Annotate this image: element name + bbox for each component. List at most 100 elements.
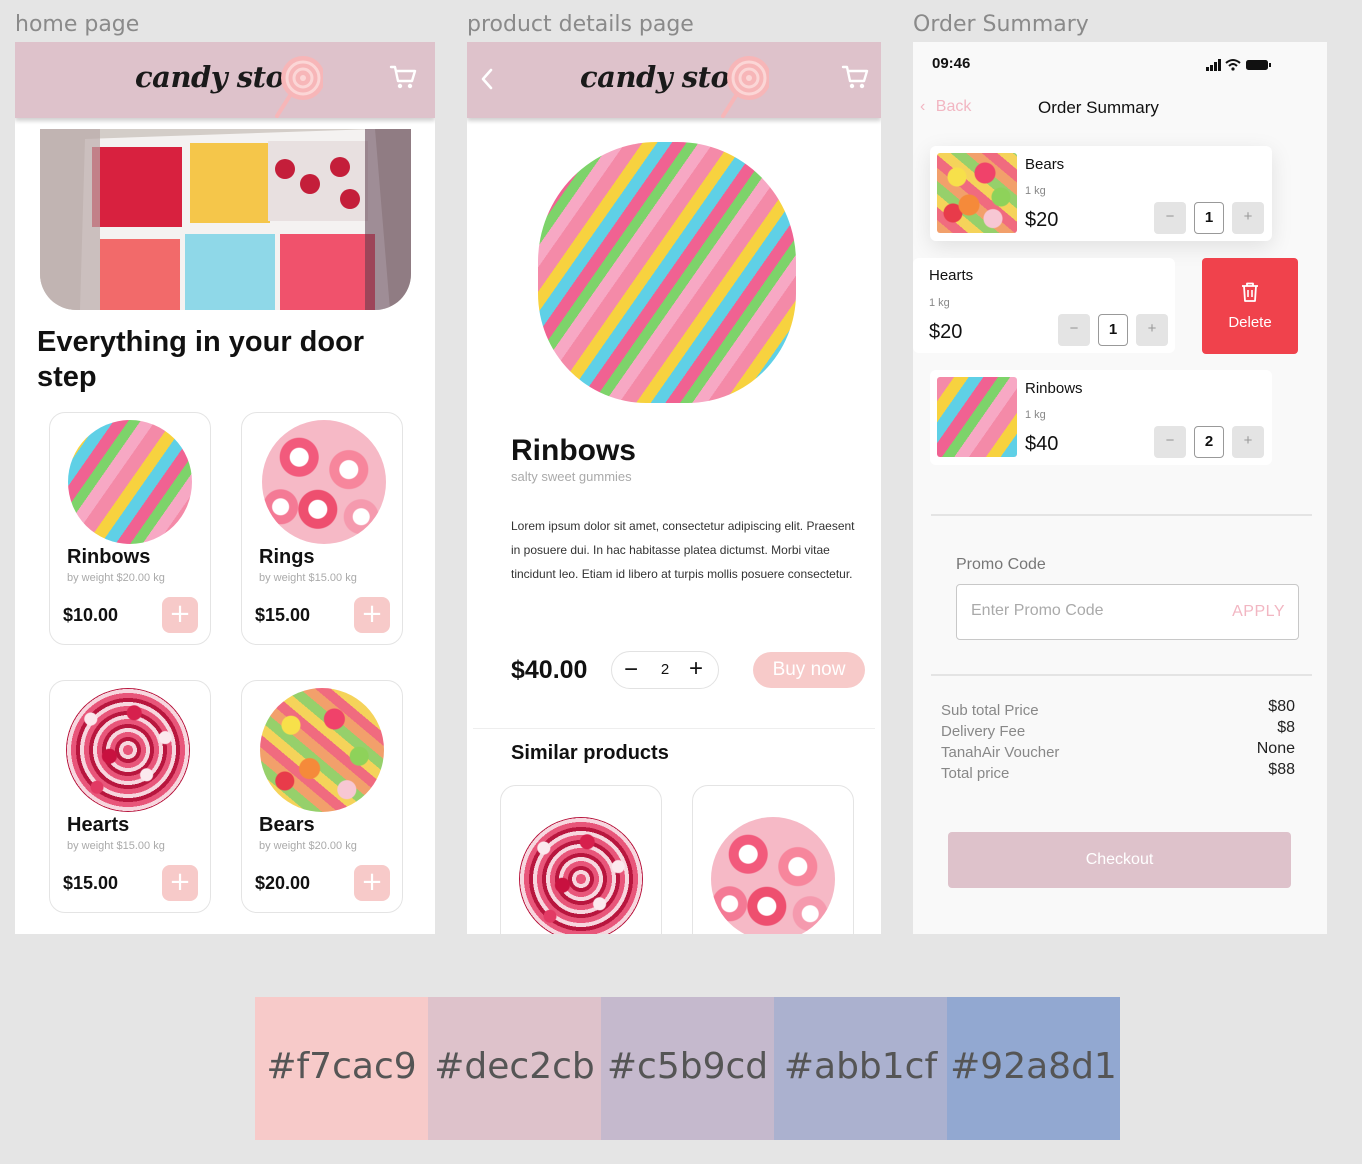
product-price: $15.00: [255, 605, 311, 625]
buy-now-button[interactable]: Buy now: [753, 652, 865, 688]
order-item-name: Rinbows: [1025, 380, 1083, 397]
add-to-cart-button[interactable]: +: [354, 865, 390, 901]
product-price: $20.00: [255, 873, 311, 893]
product-detail-image: [538, 142, 796, 403]
add-to-cart-button[interactable]: +: [162, 865, 198, 901]
delete-button[interactable]: Delete: [1202, 258, 1298, 354]
subtotal-label: Sub total Price: [941, 702, 1039, 719]
product-image: [519, 817, 643, 934]
order-item-weight: 1 kg: [929, 297, 950, 309]
hero-image: [40, 129, 411, 310]
summary-page-label: Order Summary: [913, 12, 1089, 37]
product-card[interactable]: Rinbows by weight $20.00 kg $10.00 +: [49, 412, 211, 645]
decrease-quantity-button[interactable]: −: [1154, 426, 1186, 458]
order-item-weight: 1 kg: [1025, 409, 1046, 421]
product-name: Rinbows: [67, 546, 151, 568]
similar-product-card[interactable]: [692, 785, 854, 934]
increase-quantity-button[interactable]: +: [689, 657, 703, 681]
product-price: $40.00: [511, 656, 588, 684]
back-button[interactable]: ‹ Back: [920, 98, 971, 116]
cart-icon[interactable]: [389, 64, 417, 90]
add-to-cart-button[interactable]: +: [354, 597, 390, 633]
status-time: 09:46: [932, 55, 971, 72]
color-swatch: #c5b9cd: [601, 997, 774, 1140]
product-name: Bears: [259, 814, 315, 836]
details-page-label: product details page: [467, 12, 694, 37]
increase-quantity-button[interactable]: +: [1136, 314, 1168, 346]
subtotal-value: $80: [1268, 698, 1295, 715]
details-header: candy store: [467, 42, 881, 118]
product-name: Rings: [259, 546, 315, 568]
decrease-quantity-button[interactable]: −: [1058, 314, 1090, 346]
order-item-name: Bears: [1025, 156, 1065, 173]
home-headline: Everything in your door step: [37, 326, 365, 393]
apply-promo-button[interactable]: APPLY: [1232, 603, 1285, 621]
decrease-quantity-button[interactable]: −: [624, 658, 640, 682]
color-swatch: #dec2cb: [428, 997, 601, 1140]
totals-labels: Sub total Price Delivery Fee TanahAir Vo…: [941, 700, 1059, 784]
quantity-value: 2: [660, 661, 670, 678]
back-chevron-icon[interactable]: [477, 66, 497, 92]
quantity-value: 1: [1098, 314, 1128, 346]
increase-quantity-button[interactable]: +: [1232, 426, 1264, 458]
lollipop-icon: [275, 56, 323, 118]
divider: [473, 728, 875, 729]
product-price: $10.00: [63, 605, 119, 625]
quantity-value: 1: [1194, 202, 1224, 234]
delivery-fee-value: $8: [1277, 719, 1295, 736]
voucher-label: TanahAir Voucher: [941, 744, 1060, 761]
summary-screen: 09:46 ‹ Back Order Summary Bears 1 kg $2…: [913, 42, 1327, 934]
similar-product-card[interactable]: [500, 785, 662, 934]
product-image: [66, 688, 190, 812]
product-subtitle: salty sweet gummies: [511, 469, 632, 484]
promo-code-label: Promo Code: [956, 556, 1046, 573]
divider: [931, 674, 1312, 676]
add-to-cart-button[interactable]: +: [162, 597, 198, 633]
delivery-fee-label: Delivery Fee: [941, 723, 1026, 740]
product-image: [262, 420, 386, 544]
product-image: [68, 420, 192, 544]
swatch-label: #abb1cf: [783, 1046, 938, 1087]
product-card[interactable]: Bears by weight $20.00 kg $20.00 +: [241, 680, 403, 913]
product-card[interactable]: Hearts by weight $15.00 kg $15.00 +: [49, 680, 211, 913]
promo-code-box: APPLY: [956, 584, 1299, 640]
page-title: Order Summary: [1038, 98, 1159, 117]
quantity-stepper: − 2 +: [611, 651, 719, 689]
product-weight: by weight $20.00 kg: [259, 840, 357, 852]
decrease-quantity-button[interactable]: −: [1154, 202, 1186, 234]
order-item-image: [937, 377, 1017, 457]
color-swatch: #abb1cf: [774, 997, 947, 1140]
product-image: [260, 688, 384, 812]
increase-quantity-button[interactable]: +: [1232, 202, 1264, 234]
order-item-weight: 1 kg: [1025, 185, 1046, 197]
product-image: [711, 817, 835, 934]
order-item[interactable]: Hearts 1 kg $20 − 1 +: [913, 258, 1175, 353]
promo-code-input[interactable]: [971, 602, 1211, 620]
delete-label: Delete: [1228, 314, 1272, 331]
quantity-value: 2: [1194, 426, 1224, 458]
voucher-value: None: [1256, 740, 1295, 757]
product-description: Lorem ipsum dolor sit amet, consectetur …: [511, 519, 855, 581]
product-card[interactable]: Rings by weight $15.00 kg $15.00 +: [241, 412, 403, 645]
swatch-label: #92a8d1: [950, 1046, 1117, 1087]
product-weight: by weight $20.00 kg: [67, 572, 165, 584]
totals-values: $80 $8 None $88: [1257, 696, 1295, 780]
total-price-value: $88: [1268, 761, 1295, 778]
product-weight: by weight $15.00 kg: [67, 840, 165, 852]
status-icons: [1206, 59, 1271, 71]
swatch-label: #dec2cb: [434, 1046, 595, 1087]
product-name: Hearts: [67, 814, 130, 836]
divider: [931, 514, 1312, 516]
swatch-label: #c5b9cd: [606, 1046, 769, 1087]
product-title: Rinbows: [511, 434, 636, 467]
color-swatch: #f7cac9: [255, 997, 428, 1140]
product-price: $15.00: [63, 873, 119, 893]
order-item: Rinbows 1 kg $40 − 2 +: [930, 370, 1272, 465]
order-item-price: $20: [1025, 209, 1059, 231]
lollipop-icon: [721, 56, 769, 118]
checkout-button[interactable]: Checkout: [948, 832, 1291, 888]
cart-icon[interactable]: [841, 64, 869, 90]
order-item-price: $20: [929, 321, 963, 343]
home-page-label: home page: [15, 12, 140, 37]
order-item-image: [937, 153, 1017, 233]
